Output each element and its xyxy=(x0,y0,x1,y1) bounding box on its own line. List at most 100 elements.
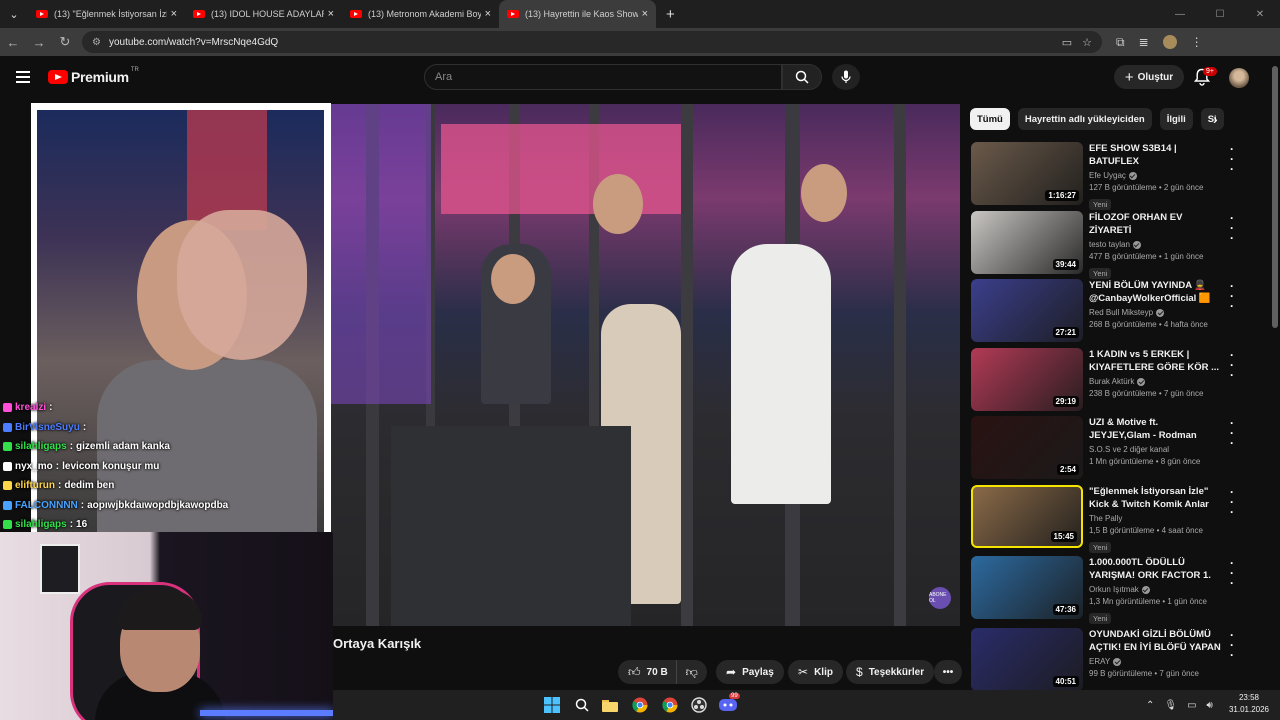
more-vertical-icon[interactable]: · · · xyxy=(1230,349,1234,381)
chip-all[interactable]: Tümü xyxy=(970,108,1010,130)
chevron-right-icon[interactable]: › xyxy=(1213,111,1218,127)
microphone-tray-icon[interactable]: 🎙︎ xyxy=(1164,700,1177,711)
channel-line: S.O.S ve 2 diğer kanal xyxy=(1089,444,1221,456)
channel-name[interactable]: testo taylan xyxy=(1089,240,1130,249)
more-vertical-icon[interactable]: · · · xyxy=(1230,143,1234,175)
windows-start-icon[interactable] xyxy=(542,695,562,715)
video-title-link[interactable]: EFE SHOW S3B14 | BATUFLEX xyxy=(1089,142,1221,168)
youtube-logo[interactable]: Premium TR xyxy=(48,67,139,85)
chrome-profile-icon[interactable] xyxy=(660,695,680,715)
voice-search-button[interactable] xyxy=(832,64,860,90)
channel-name[interactable]: ERAY xyxy=(1089,657,1110,666)
video-title-link[interactable]: UZI & Motive ft. JEYJEY,Glam - Rodman De… xyxy=(1089,416,1221,442)
close-tab-icon[interactable]: × xyxy=(642,8,648,20)
close-tab-icon[interactable]: × xyxy=(328,8,334,20)
obs-icon[interactable] xyxy=(689,695,709,715)
site-info-icon[interactable]: ⚙ xyxy=(92,37,101,48)
more-vertical-icon[interactable]: · · · xyxy=(1230,417,1234,449)
channel-name[interactable]: Burak Aktürk xyxy=(1089,377,1134,386)
tab-search-icon[interactable]: ⌄ xyxy=(0,0,28,28)
create-button[interactable]: + Oluştur xyxy=(1114,65,1184,89)
thanks-button[interactable]: $ Teşekkürler xyxy=(846,660,935,684)
more-vertical-icon[interactable]: · · · xyxy=(1230,557,1234,589)
reload-icon[interactable]: ↻ xyxy=(52,34,78,50)
close-window-icon[interactable]: ✕ xyxy=(1240,0,1280,28)
taskbar-clock[interactable]: 23:58 31.01.2026 xyxy=(1226,692,1272,716)
dislike-button[interactable]: 👎︎ xyxy=(676,660,707,684)
recommended-video[interactable]: 29:19 1 KADIN vs 5 ERKEK | KIYAFETLERE GÖ… xyxy=(971,348,1234,412)
share-button[interactable]: ➦ Paylaş xyxy=(716,660,784,684)
browser-tab[interactable]: (13) Metronom Akademi Boy B × xyxy=(342,0,499,28)
volume-icon[interactable]: 🔊︎ xyxy=(1207,700,1213,711)
recommended-video[interactable]: 39:44 FİLOZOF ORHAN EV ZİYARETİ testo tayl… xyxy=(971,211,1234,279)
close-tab-icon[interactable]: × xyxy=(171,8,177,20)
like-button[interactable]: 👍︎ 70 B xyxy=(618,660,677,684)
taskbar-search-icon[interactable] xyxy=(572,695,592,715)
cast-icon[interactable]: ▭ xyxy=(1062,36,1072,49)
chrome-icon[interactable] xyxy=(630,695,650,715)
back-icon[interactable]: ← xyxy=(0,35,26,50)
recommended-video[interactable]: 47:36 1.000.000TL ÖDÜLLÜ YARIŞMA! ORK FAC… xyxy=(971,556,1234,624)
video-thumbnail[interactable]: 29:19 xyxy=(971,348,1083,411)
video-title-link[interactable]: "Eğlenmek İstiyorsan İzle" Kick & Twitch… xyxy=(1089,485,1221,511)
video-title-link[interactable]: 1 KADIN vs 5 ERKEK | KIYAFETLERE GÖRE KÖ… xyxy=(1089,348,1221,374)
channel-name[interactable]: Orkun Işıtmak xyxy=(1089,585,1139,594)
youtube-favicon-icon xyxy=(507,10,519,18)
new-tab-icon[interactable]: + xyxy=(666,6,675,23)
video-title-link[interactable]: OYUNDAKİ GİZLİ BÖLÜMÜ AÇTIK! EN İYİ BLÖF… xyxy=(1089,628,1221,654)
more-vertical-icon[interactable]: · · · xyxy=(1230,486,1234,518)
search-input[interactable]: Ara xyxy=(424,64,782,90)
more-vertical-icon[interactable]: · · · xyxy=(1230,212,1234,244)
video-thumbnail[interactable]: 2:54 xyxy=(971,416,1083,479)
page-scrollbar[interactable] xyxy=(1271,56,1280,692)
file-explorer-icon[interactable] xyxy=(600,695,620,715)
reading-list-icon[interactable]: ≣ xyxy=(1139,35,1149,49)
recommended-video[interactable]: 27:21 YENİ BÖLÜM YAYINDA 💂 @CanbayWolkerO… xyxy=(971,279,1234,343)
subscribe-watermark[interactable]: ABONE OL xyxy=(929,587,951,609)
video-title-link[interactable]: YENİ BÖLÜM YAYINDA 💂 @CanbayWolkerOffici… xyxy=(1089,279,1221,305)
recommended-video[interactable]: 40:51 OYUNDAKİ GİZLİ BÖLÜMÜ AÇTIK! EN İYİ… xyxy=(971,628,1234,692)
extensions-icon[interactable]: ⧉ xyxy=(1116,35,1125,50)
account-avatar[interactable] xyxy=(1229,68,1249,88)
browser-tab[interactable]: (13) IDOL HOUSE ADAYLARI - Y × xyxy=(185,0,342,28)
more-actions-button[interactable]: ••• xyxy=(934,660,962,684)
channel-name[interactable]: S.O.S ve 2 diğer kanal xyxy=(1089,445,1169,454)
video-player[interactable] xyxy=(331,104,960,626)
channel-name[interactable]: The Pally xyxy=(1089,514,1122,523)
hamburger-menu-icon[interactable] xyxy=(16,71,30,83)
network-icon[interactable]: ▭ xyxy=(1187,700,1196,711)
video-thumbnail[interactable]: 47:36 xyxy=(971,556,1083,619)
video-thumbnail[interactable]: 39:44 xyxy=(971,211,1083,274)
profile-avatar[interactable] xyxy=(1162,35,1177,49)
url-field[interactable]: ⚙ youtube.com/watch?v=MrscNqe4GdQ ▭ ☆ xyxy=(82,31,1102,53)
video-thumbnail[interactable]: 1:16:27 xyxy=(971,142,1083,205)
logo-text: Premium xyxy=(71,69,129,85)
browser-tab[interactable]: (13) "Eğlenmek İstiyorsan İzle" K × xyxy=(28,0,185,28)
minimize-icon[interactable]: — xyxy=(1160,0,1200,28)
clip-button[interactable]: ✂ Klip xyxy=(788,660,843,684)
chip-related[interactable]: İlgili xyxy=(1159,108,1193,130)
video-title-link[interactable]: FİLOZOF ORHAN EV ZİYARETİ xyxy=(1089,211,1221,237)
recommended-video[interactable]: 2:54 UZI & Motive ft. JEYJEY,Glam - Rodma… xyxy=(971,416,1234,480)
browser-tab-active[interactable]: (13) Hayrettin ile Kaos Show - 2 × xyxy=(499,0,656,28)
more-vertical-icon[interactable]: · · · xyxy=(1230,280,1234,312)
more-vertical-icon[interactable]: · · · xyxy=(1230,629,1234,661)
chrome-menu-icon[interactable]: ⋮ xyxy=(1191,35,1203,49)
video-thumbnail[interactable]: 40:51 xyxy=(971,628,1083,691)
video-thumbnail[interactable]: 27:21 xyxy=(971,279,1083,342)
chip-from-uploader[interactable]: Hayrettin adlı yükleyiciden xyxy=(1017,108,1152,130)
bookmark-star-icon[interactable]: ☆ xyxy=(1082,36,1092,49)
scrollbar-thumb[interactable] xyxy=(1272,66,1278,328)
video-scene-backdrop xyxy=(331,104,431,404)
forward-icon[interactable]: → xyxy=(26,35,52,50)
video-thumbnail[interactable]: 15:45 xyxy=(971,485,1083,548)
recommended-video[interactable]: 15:45 "Eğlenmek İstiyorsan İzle" Kick & T… xyxy=(971,485,1234,553)
tray-overflow-icon[interactable]: ⌃ xyxy=(1146,700,1154,711)
channel-name[interactable]: Red Bull Miksteyp xyxy=(1089,308,1153,317)
search-button[interactable] xyxy=(782,64,822,90)
channel-name[interactable]: Efe Uygaç xyxy=(1089,171,1126,180)
video-title-link[interactable]: 1.000.000TL ÖDÜLLÜ YARIŞMA! ORK FACTOR 1… xyxy=(1089,556,1221,582)
recommended-video[interactable]: 1:16:27 EFE SHOW S3B14 | BATUFLEX Efe Uyga… xyxy=(971,142,1234,210)
maximize-icon[interactable]: ☐ xyxy=(1200,0,1240,28)
close-tab-icon[interactable]: × xyxy=(485,8,491,20)
